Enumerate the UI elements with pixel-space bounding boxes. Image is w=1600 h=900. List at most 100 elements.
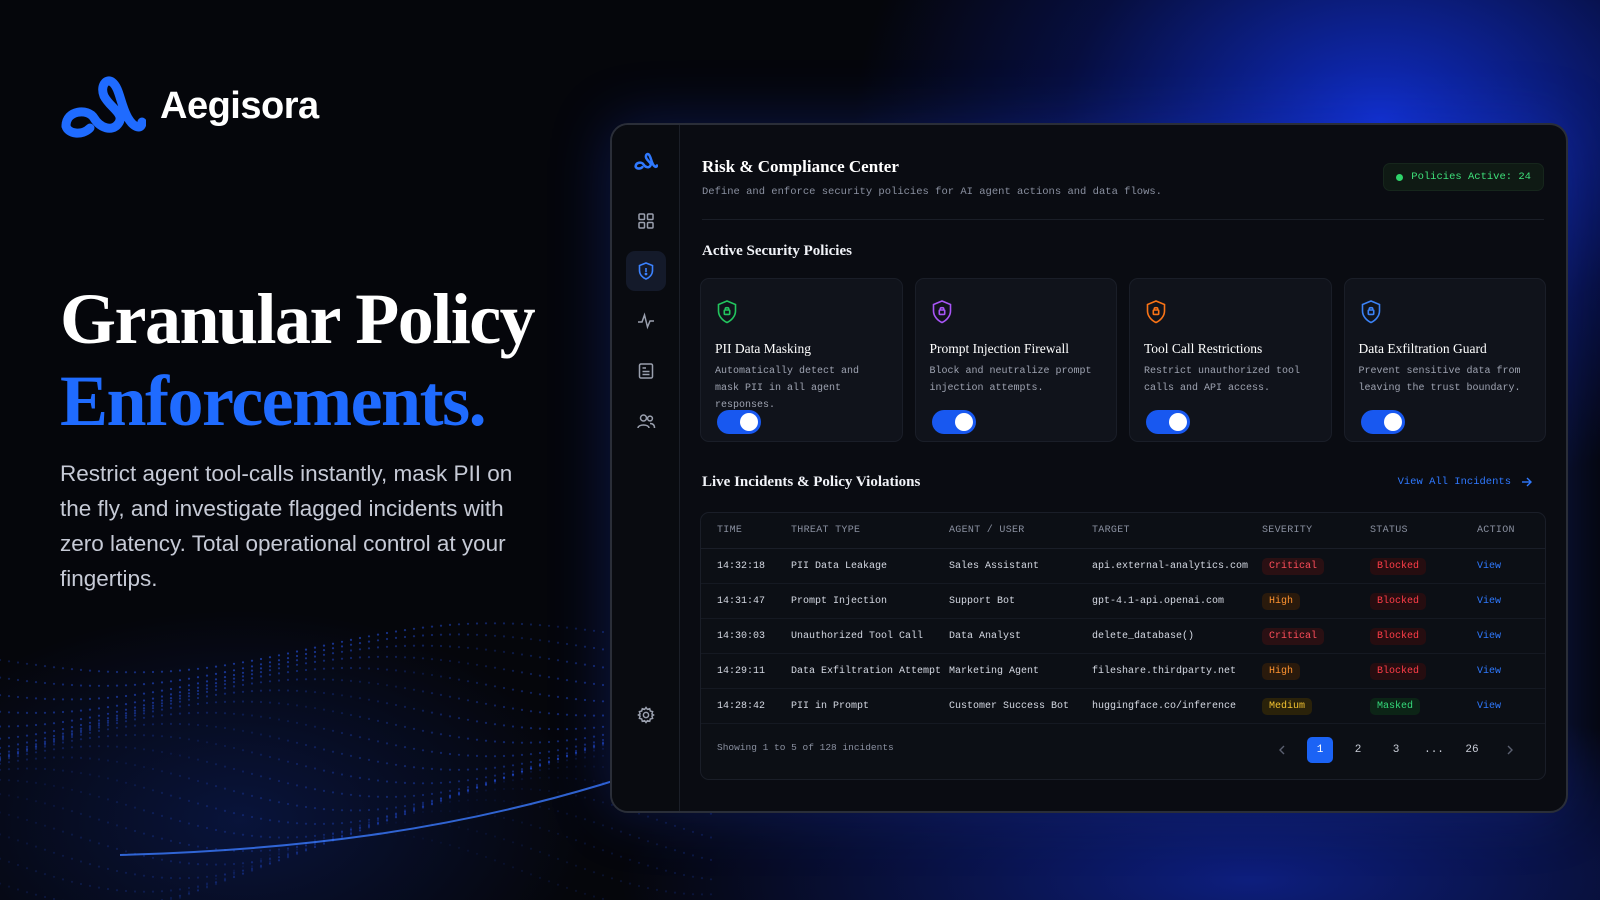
- severity-badge: High: [1262, 662, 1301, 680]
- app-window: Risk & Compliance Center Define and enfo…: [610, 123, 1568, 813]
- toggle-knob: [1383, 413, 1402, 431]
- page-button[interactable]: 2: [1345, 737, 1371, 763]
- hero-title-line1: Granular Policy: [60, 279, 536, 359]
- sidebar-item-settings[interactable]: [626, 695, 666, 735]
- page-title: Risk & Compliance Center: [702, 157, 899, 176]
- table-header: TIME THREAT TYPE AGENT / USER TARGET SEV…: [701, 513, 1545, 549]
- sidebar-item-dashboard[interactable]: [626, 201, 666, 241]
- pagination: 1 2 3 ... 26: [1269, 737, 1523, 763]
- main-content: Risk & Compliance Center Define and enfo…: [680, 125, 1566, 811]
- column-header: AGENT / USER: [949, 525, 1025, 536]
- cell-agent: Sales Assistant: [949, 560, 1040, 572]
- cell-target: delete_database(): [1092, 630, 1195, 642]
- cell-agent: Marketing Agent: [949, 665, 1040, 677]
- policy-toggle-prompt-injection[interactable]: [931, 410, 976, 434]
- chevron-right-icon: [1507, 745, 1513, 755]
- cell-time: 14:30:03: [717, 630, 766, 642]
- table-row[interactable]: 14:30:03 Unauthorized Tool Call Data Ana…: [701, 619, 1545, 654]
- severity-badge: Critical: [1262, 557, 1325, 575]
- previous-page-button[interactable]: [1269, 737, 1295, 763]
- view-incident-link[interactable]: View: [1477, 561, 1501, 572]
- brand-name: Aegisora: [160, 84, 319, 127]
- hero-heading: Granular Policy Enforcements.: [60, 278, 540, 442]
- policy-card-prompt-injection: Prompt Injection Firewall Block and neut…: [914, 278, 1117, 442]
- status-badge: Blocked: [1370, 662, 1427, 680]
- view-incident-link[interactable]: View: [1477, 631, 1501, 642]
- results-count: Showing 1 to 5 of 128 incidents: [717, 742, 894, 753]
- shield-lock-icon: [1361, 300, 1380, 324]
- view-incident-link[interactable]: View: [1477, 701, 1501, 712]
- sidebar-item-activity[interactable]: [626, 301, 666, 341]
- policy-card-title: Data Exfiltration Guard: [1358, 341, 1487, 356]
- view-all-label: View All Incidents: [1397, 476, 1511, 488]
- toggle-knob: [740, 413, 758, 431]
- column-header: SEVERITY: [1262, 525, 1313, 536]
- hero-title-line2: Enforcements.: [60, 361, 487, 441]
- policy-card-description: Prevent sensitive data from leaving the …: [1358, 366, 1521, 394]
- next-page-button[interactable]: [1497, 737, 1523, 763]
- cell-threat: Data Exfiltration Attempt: [791, 665, 942, 677]
- page-button[interactable]: 3: [1383, 737, 1409, 763]
- policy-card-tool-call: Tool Call Restrictions Restrict unauthor…: [1129, 278, 1332, 442]
- policy-card-title: Tool Call Restrictions: [1144, 341, 1263, 356]
- cell-agent: Support Bot: [949, 595, 1016, 607]
- cell-agent: Customer Success Bot: [949, 700, 1070, 712]
- cell-time: 14:29:11: [717, 665, 766, 677]
- table-row[interactable]: 14:29:11 Data Exfiltration Attempt Marke…: [701, 654, 1545, 689]
- shield-lock-icon: [717, 300, 737, 324]
- column-header: ACTION: [1477, 525, 1515, 536]
- incidents-table: TIME THREAT TYPE AGENT / USER TARGET SEV…: [700, 512, 1546, 780]
- table-row[interactable]: 14:32:18 PII Data Leakage Sales Assistan…: [701, 549, 1545, 584]
- cell-time: 14:31:47: [717, 595, 766, 607]
- cell-target: huggingface.co/inference: [1092, 700, 1237, 712]
- brand-logo: Aegisora: [60, 74, 319, 138]
- column-header: STATUS: [1370, 525, 1408, 536]
- cell-threat: PII in Prompt: [791, 700, 870, 712]
- view-incident-link[interactable]: View: [1477, 596, 1501, 607]
- incidents-section-title: Live Incidents & Policy Violations: [702, 474, 921, 490]
- toggle-knob: [954, 413, 973, 431]
- table-row[interactable]: 14:31:47 Prompt Injection Support Bot gp…: [701, 584, 1545, 619]
- table-row[interactable]: 14:28:42 PII in Prompt Customer Success …: [701, 689, 1545, 724]
- view-all-incidents-link[interactable]: View All Incidents: [1398, 476, 1532, 488]
- cell-threat: Unauthorized Tool Call: [791, 630, 924, 642]
- policies-active-label: Policies Active: 24: [1411, 171, 1531, 183]
- policy-cards: PII Data Masking Automatically detect an…: [700, 278, 1546, 442]
- sidebar-item-users[interactable]: [626, 401, 666, 441]
- policy-card-exfiltration: Data Exfiltration Guard Prevent sensitiv…: [1343, 278, 1546, 442]
- column-header: TIME: [717, 525, 743, 536]
- report-icon: [638, 363, 654, 379]
- logo-icon: [634, 152, 658, 170]
- header-divider: [702, 219, 1544, 220]
- column-header: THREAT TYPE: [791, 525, 861, 536]
- cell-target: fileshare.thirdparty.net: [1092, 665, 1237, 677]
- hero-description: Restrict agent tool-calls instantly, mas…: [60, 461, 513, 591]
- policy-toggle-pii-masking[interactable]: [717, 410, 761, 434]
- policy-card-description: Restrict unauthorized tool calls and API…: [1144, 366, 1301, 394]
- sidebar-logo-button[interactable]: [626, 141, 666, 181]
- status-dot-icon: [1396, 173, 1404, 181]
- toggle-knob: [1169, 413, 1187, 431]
- page-button[interactable]: 26: [1459, 737, 1485, 763]
- sidebar-item-security[interactable]: [626, 251, 666, 291]
- view-incident-link[interactable]: View: [1477, 666, 1501, 677]
- status-badge: Masked: [1370, 697, 1421, 715]
- policy-card-pii-masking: PII Data Masking Automatically detect an…: [700, 278, 903, 442]
- policy-card-title: Prompt Injection Firewall: [929, 341, 1069, 356]
- sidebar-item-reports[interactable]: [626, 351, 666, 391]
- policy-toggle-tool-call[interactable]: [1146, 410, 1190, 434]
- status-badge: Blocked: [1370, 557, 1427, 575]
- cell-threat: PII Data Leakage: [791, 560, 888, 572]
- policy-toggle-exfiltration[interactable]: [1360, 410, 1405, 434]
- cell-target: gpt-4.1-api.openai.com: [1092, 595, 1225, 607]
- activity-icon: [638, 312, 654, 330]
- severity-badge: High: [1262, 592, 1301, 610]
- policies-active-badge: Policies Active: 24: [1383, 163, 1544, 191]
- policies-section-title: Active Security Policies: [702, 243, 852, 259]
- page-ellipsis: ...: [1424, 744, 1444, 756]
- cell-agent: Data Analyst: [949, 630, 1022, 642]
- status-badge: Blocked: [1370, 627, 1427, 645]
- sidebar: [612, 125, 680, 811]
- page-button-current[interactable]: 1: [1307, 737, 1333, 763]
- policy-card-description: Block and neutralize prompt injection at…: [929, 366, 1092, 394]
